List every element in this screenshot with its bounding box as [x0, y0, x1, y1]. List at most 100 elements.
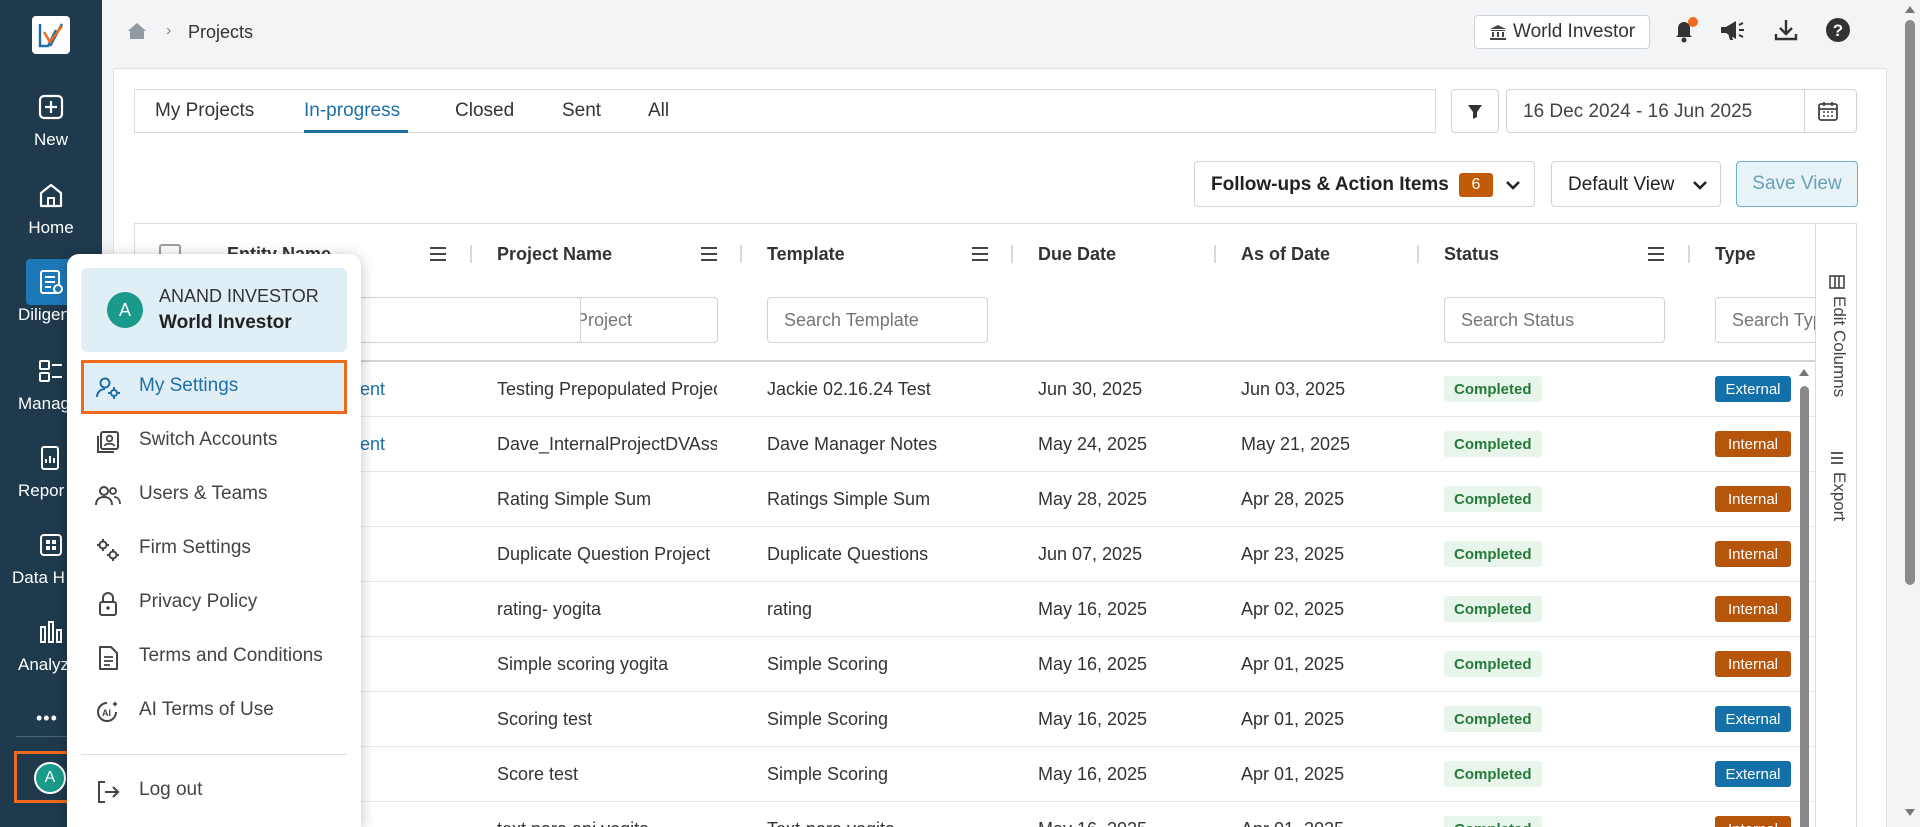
table-row[interactable]: Rating Simple Sum Ratings Simple Sum May 2… — [135, 472, 1815, 527]
cell-due-date: Jun 30, 2025 — [1038, 379, 1143, 399]
table-row[interactable]: Simple scoring yogita Simple Scoring May 1… — [135, 637, 1815, 692]
export-label: Export — [1830, 472, 1849, 522]
tab-all[interactable]: All — [648, 100, 669, 122]
tab-in-progress[interactable]: In-progress — [304, 100, 400, 122]
column-header-template[interactable]: Template — [767, 244, 845, 265]
table-row[interactable]: agementTesting Prepopulated ProjectJacki… — [135, 362, 1815, 417]
home-icon[interactable] — [126, 20, 148, 42]
menu-item-privacy-policy[interactable]: Privacy Policy — [81, 576, 347, 630]
type-badge: External — [1715, 376, 1791, 402]
export-menu-icon — [1831, 452, 1843, 464]
menu-divider — [81, 754, 347, 755]
app-logo[interactable] — [32, 16, 70, 54]
status-badge: Completed — [1444, 376, 1542, 402]
column-menu-icon[interactable] — [971, 246, 989, 262]
type-badge: Internal — [1715, 431, 1791, 457]
type-badge: External — [1715, 706, 1791, 732]
menu-item-terms-conditions[interactable]: Terms and Conditions — [81, 630, 347, 684]
date-range-value: 16 Dec 2024 - 16 Jun 2025 — [1523, 101, 1753, 122]
status-badge: Completed — [1444, 651, 1542, 677]
save-view-button[interactable]: Save View — [1736, 161, 1858, 207]
column-menu-icon[interactable] — [429, 246, 447, 262]
cell-as-of-date: Apr 28, 2025 — [1241, 489, 1345, 509]
avatar[interactable]: A — [34, 762, 66, 794]
column-header-project-name[interactable]: Project Name — [497, 244, 612, 265]
help-icon[interactable]: ? — [1824, 16, 1852, 44]
tab-my-projects[interactable]: My Projects — [155, 100, 254, 122]
menu-item-my-settings[interactable]: My Settings — [81, 360, 347, 414]
tab-closed[interactable]: Closed — [455, 100, 514, 122]
sidebar-item-new[interactable]: New — [0, 92, 102, 172]
page-scrollbar[interactable] — [1900, 0, 1920, 827]
sidebar-more-icon[interactable]: ••• — [36, 708, 58, 729]
filter-button[interactable] — [1451, 89, 1499, 133]
column-divider[interactable] — [470, 245, 472, 263]
column-divider[interactable] — [1011, 245, 1013, 263]
account-button[interactable]: World Investor — [1474, 15, 1651, 49]
download-icon[interactable] — [1772, 16, 1800, 44]
menu-item-firm-settings[interactable]: Firm Settings — [81, 522, 347, 576]
cell-due-date: Jun 07, 2025 — [1038, 544, 1143, 564]
table-row[interactable]: rating- yogita rating May 16, 2025 Apr 02, … — [135, 582, 1815, 637]
type-badge: Internal — [1715, 651, 1791, 677]
table-row[interactable]: agementDave_InternalProjectDVAssessmentD… — [135, 417, 1815, 472]
cell-as-of-date: Apr 23, 2025 — [1241, 544, 1345, 564]
cell-due-date: May 16, 2025 — [1038, 599, 1148, 619]
table-row[interactable]: text para api yogita Text-para yogita May … — [135, 802, 1815, 827]
sidebar-item-home[interactable]: Home — [0, 180, 102, 260]
cell-project-name: Testing Prepopulated Project — [497, 379, 717, 399]
search-template-input[interactable] — [767, 297, 988, 343]
calendar-icon[interactable] — [1816, 99, 1840, 123]
table-scrollbar-thumb[interactable] — [1800, 386, 1809, 827]
menu-item-label: Switch Accounts — [139, 429, 278, 450]
user-settings-icon — [96, 377, 120, 399]
column-header-status[interactable]: Status — [1444, 244, 1499, 265]
table-row[interactable]: mScoring testSimple ScoringMay 16, 2025A… — [135, 692, 1815, 747]
column-menu-icon[interactable] — [700, 246, 718, 262]
column-divider[interactable] — [740, 245, 742, 263]
cell-template: Ratings Simple Sum — [767, 489, 931, 509]
column-divider[interactable] — [1214, 245, 1216, 263]
column-menu-icon[interactable] — [1647, 246, 1665, 262]
projects-card: My Projects In-progress Closed Sent All … — [113, 68, 1887, 827]
search-status-input[interactable] — [1444, 297, 1665, 343]
column-divider[interactable] — [1688, 245, 1690, 263]
cell-project-name: Dave_InternalProjectDVAssessment — [497, 434, 717, 454]
tab-sent[interactable]: Sent — [562, 100, 601, 122]
table-row[interactable]: Duplicate Question Project Duplicate Ques… — [135, 527, 1815, 582]
cell-due-date: May 28, 2025 — [1038, 489, 1148, 509]
page-scroll-down-icon[interactable] — [1900, 806, 1920, 820]
followups-button[interactable]: Follow-ups & Action Items 6 — [1194, 161, 1535, 207]
page-scroll-up-icon[interactable] — [1900, 2, 1920, 16]
type-badge: External — [1715, 761, 1791, 787]
column-header-type[interactable]: Type — [1715, 244, 1756, 265]
avatar: A — [107, 292, 143, 328]
menu-item-users-teams[interactable]: Users & Teams — [81, 468, 347, 522]
status-badge: Completed — [1444, 706, 1542, 732]
date-range-picker[interactable]: 16 Dec 2024 - 16 Jun 2025 — [1506, 89, 1857, 133]
menu-item-switch-accounts[interactable]: Switch Accounts — [81, 414, 347, 468]
chevron-down-icon — [1693, 181, 1707, 190]
scroll-up-icon[interactable] — [1797, 366, 1811, 378]
cell-due-date: May 16, 2025 — [1038, 709, 1148, 729]
column-header-as-of-date[interactable]: As of Date — [1241, 244, 1330, 265]
default-view-dropdown[interactable]: Default View — [1551, 161, 1721, 207]
page-scrollbar-thumb[interactable] — [1905, 20, 1915, 585]
logout-icon — [98, 781, 120, 803]
table-scrollbar[interactable] — [1797, 362, 1811, 827]
column-divider[interactable] — [1417, 245, 1419, 263]
filter-icon — [1468, 105, 1482, 119]
menu-item-ai-terms[interactable]: AI AI Terms of Use — [81, 684, 347, 738]
column-header-due-date[interactable]: Due Date — [1038, 244, 1116, 265]
cell-due-date: May 16, 2025 — [1038, 654, 1148, 674]
cell-as-of-date: Apr 01, 2025 — [1241, 709, 1345, 729]
chevron-down-icon — [1506, 181, 1520, 190]
status-badge: Completed — [1444, 816, 1542, 827]
table-row[interactable]: mScore testSimple ScoringMay 16, 2025Apr… — [135, 747, 1815, 802]
menu-item-log-out[interactable]: Log out — [81, 764, 347, 818]
export-button[interactable]: Export — [1829, 450, 1849, 521]
megaphone-icon[interactable] — [1718, 16, 1746, 44]
edit-columns-button[interactable]: Edit Columns — [1829, 274, 1849, 397]
notification-dot — [1688, 17, 1698, 27]
cell-template: Simple Scoring — [767, 709, 889, 729]
